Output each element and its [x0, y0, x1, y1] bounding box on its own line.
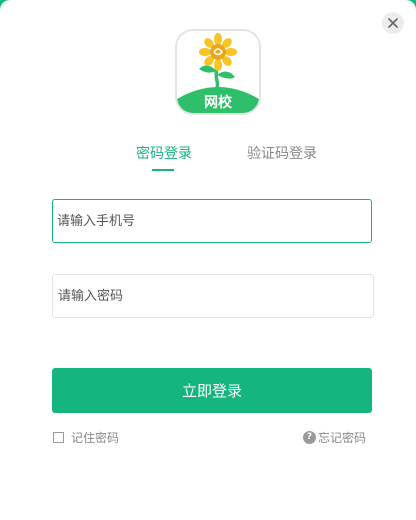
close-icon	[388, 18, 398, 28]
phone-field	[52, 199, 372, 243]
password-field	[52, 274, 374, 318]
app-logo: 网校	[175, 29, 261, 115]
remember-password[interactable]: 记住密码	[53, 429, 119, 445]
remember-checkbox[interactable]	[53, 431, 64, 443]
remember-label: 记住密码	[71, 430, 120, 445]
forgot-password-label: 忘记密码	[317, 430, 366, 445]
phone-input[interactable]	[53, 200, 371, 242]
question-icon: ?	[302, 430, 316, 444]
logo-badge-text: 网校	[204, 94, 233, 111]
active-tab-indicator	[152, 169, 174, 171]
login-tabs: 密码登录 验证码登录	[0, 144, 416, 174]
login-button[interactable]: 立即登录	[52, 368, 372, 413]
tab-code-login[interactable]: 验证码登录	[247, 144, 317, 164]
close-button[interactable]	[382, 12, 404, 34]
forgot-password-link[interactable]: ? 忘记密码	[302, 429, 366, 445]
tab-password-login[interactable]: 密码登录	[136, 144, 192, 164]
password-input[interactable]	[53, 275, 373, 317]
window-corner-left	[0, 0, 10, 10]
login-window: 网校 密码登录 验证码登录 立即登录 记住密码 ? 忘记密码	[0, 0, 416, 520]
window-corner-right	[406, 0, 416, 10]
sunflower-logo-icon: 网校	[177, 33, 259, 113]
